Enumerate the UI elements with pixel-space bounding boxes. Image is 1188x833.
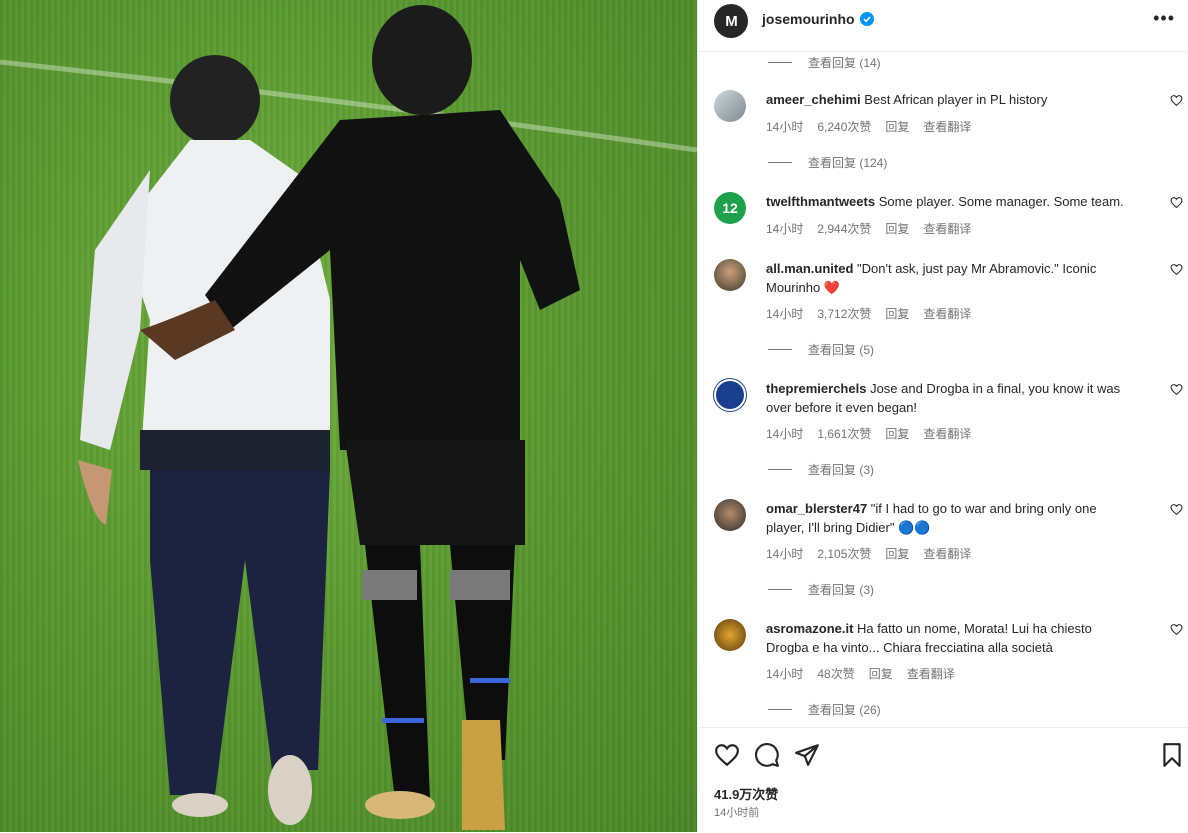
comment-like-heart-icon[interactable] bbox=[1170, 503, 1183, 516]
reply-button[interactable]: 回复 bbox=[885, 427, 909, 441]
comment-avatar[interactable] bbox=[714, 619, 746, 651]
comment-like-heart-icon[interactable] bbox=[1170, 94, 1183, 107]
post-header: M josemourinho ••• bbox=[698, 0, 1188, 52]
replies-divider bbox=[768, 62, 792, 63]
man-in-white-jacket bbox=[78, 55, 330, 825]
reply-button[interactable]: 回复 bbox=[869, 667, 893, 681]
comment-meta: 14小时 2,105次赞 回复 查看翻译 bbox=[766, 545, 985, 562]
translate-button[interactable]: 查看翻译 bbox=[923, 427, 971, 441]
comment-username[interactable]: twelfthmantweets bbox=[766, 194, 875, 209]
comment-meta: 14小时 1,661次赞 回复 查看翻译 bbox=[766, 425, 985, 442]
view-replies-button[interactable]: 查看回复 (3) bbox=[768, 581, 874, 598]
post-timestamp: 14小时前 bbox=[714, 807, 760, 819]
comment-text: asromazone.it Ha fatto un nome, Morata! … bbox=[766, 619, 1136, 657]
like-heart-icon[interactable] bbox=[714, 742, 740, 768]
comment-time: 14小时 bbox=[766, 120, 804, 134]
profile-avatar[interactable]: M bbox=[714, 4, 748, 38]
view-replies-label: 查看回复 (3) bbox=[808, 463, 875, 477]
post-username[interactable]: josemourinho bbox=[762, 11, 855, 27]
view-replies-button[interactable]: 查看回复 (3) bbox=[768, 461, 874, 478]
reply-button[interactable]: 回复 bbox=[885, 120, 909, 134]
comment-avatar[interactable] bbox=[714, 499, 746, 531]
save-bookmark-icon[interactable] bbox=[1159, 742, 1185, 768]
avatar-badge-12: 12 bbox=[722, 200, 738, 216]
comment-like-heart-icon[interactable] bbox=[1170, 196, 1183, 209]
comment-text: twelfthmantweets Some player. Some manag… bbox=[766, 192, 1136, 211]
post-side-panel: M josemourinho ••• 查看回复 (14) ameer_chehi… bbox=[697, 0, 1188, 832]
more-options-icon[interactable]: ••• bbox=[1153, 8, 1175, 29]
comment-username[interactable]: asromazone.it bbox=[766, 621, 853, 636]
comment-username[interactable]: ameer_chehimi bbox=[766, 92, 861, 107]
view-replies-button[interactable]: 查看回复 (5) bbox=[768, 341, 874, 358]
comment-likes[interactable]: 48次赞 bbox=[817, 667, 854, 681]
comment-likes[interactable]: 2,944次赞 bbox=[817, 222, 871, 236]
comment-text: all.man.united "Don't ask, just pay Mr A… bbox=[766, 259, 1136, 297]
comment-likes[interactable]: 3,712次赞 bbox=[817, 307, 871, 321]
comment-time: 14小时 bbox=[766, 667, 804, 681]
replies-divider bbox=[768, 709, 792, 710]
replies-divider bbox=[768, 589, 792, 590]
comment-meta: 14小时 2,944次赞 回复 查看翻译 bbox=[766, 220, 985, 237]
reply-button[interactable]: 回复 bbox=[885, 307, 909, 321]
comment-likes[interactable]: 1,661次赞 bbox=[817, 427, 871, 441]
view-replies-button[interactable]: 查看回复 (26) bbox=[768, 701, 881, 718]
comment-avatar[interactable] bbox=[714, 379, 746, 411]
translate-button[interactable]: 查看翻译 bbox=[923, 222, 971, 236]
blue-circle-emoji: 🔵🔵 bbox=[898, 520, 931, 535]
share-paper-plane-icon[interactable] bbox=[794, 742, 820, 768]
translate-button[interactable]: 查看翻译 bbox=[923, 547, 971, 561]
translate-button[interactable]: 查看翻译 bbox=[907, 667, 955, 681]
verified-badge-icon bbox=[860, 12, 874, 26]
comment-time: 14小时 bbox=[766, 307, 804, 321]
comment-text: ameer_chehimi Best African player in PL … bbox=[766, 90, 1136, 109]
comment-username[interactable]: all.man.united bbox=[766, 261, 853, 276]
comment-meta: 14小时 3,712次赞 回复 查看翻译 bbox=[766, 305, 985, 322]
comment-username[interactable]: omar_blerster47 bbox=[766, 501, 867, 516]
comment-username[interactable]: thepremierchels bbox=[766, 381, 866, 396]
translate-button[interactable]: 查看翻译 bbox=[923, 120, 971, 134]
view-replies-label: 查看回复 (5) bbox=[808, 343, 875, 357]
avatar-logo-text: M bbox=[725, 12, 737, 30]
comment-body: Some player. Some manager. Some team. bbox=[878, 194, 1124, 209]
comment-avatar[interactable] bbox=[714, 90, 746, 122]
post-like-count[interactable]: 41.9万次赞 bbox=[714, 784, 778, 803]
post-photo[interactable] bbox=[0, 0, 697, 832]
translate-button[interactable]: 查看翻译 bbox=[923, 307, 971, 321]
replies-divider bbox=[768, 162, 792, 163]
comments-list[interactable]: 查看回复 (14) ameer_chehimi Best African pla… bbox=[698, 52, 1188, 726]
comment-like-heart-icon[interactable] bbox=[1170, 623, 1183, 636]
comment-meta: 14小时 48次赞 回复 查看翻译 bbox=[766, 665, 969, 682]
view-replies-label: 查看回复 (26) bbox=[808, 703, 881, 717]
comment-avatar[interactable] bbox=[714, 259, 746, 291]
view-replies-label: 查看回复 (124) bbox=[808, 156, 888, 170]
comment-body: Best African player in PL history bbox=[864, 92, 1048, 107]
replies-divider bbox=[768, 349, 792, 350]
comment-like-heart-icon[interactable] bbox=[1170, 383, 1183, 396]
comment-likes[interactable]: 2,105次赞 bbox=[817, 547, 871, 561]
heart-emoji: ❤️ bbox=[823, 280, 841, 295]
comment-meta: 14小时 6,240次赞 回复 查看翻译 bbox=[766, 118, 985, 135]
replies-divider bbox=[768, 469, 792, 470]
comment-bubble-icon[interactable] bbox=[754, 742, 780, 768]
post-photo-illustration bbox=[0, 5, 697, 830]
comment-time: 14小时 bbox=[766, 222, 804, 236]
comment-like-heart-icon[interactable] bbox=[1170, 263, 1183, 276]
reply-button[interactable]: 回复 bbox=[885, 222, 909, 236]
view-replies-label: 查看回复 (3) bbox=[808, 583, 875, 597]
reply-button[interactable]: 回复 bbox=[885, 547, 909, 561]
comment-likes[interactable]: 6,240次赞 bbox=[817, 120, 871, 134]
comment-avatar[interactable]: 12 bbox=[714, 192, 746, 224]
comment-time: 14小时 bbox=[766, 427, 804, 441]
comment-time: 14小时 bbox=[766, 547, 804, 561]
comment-text: omar_blerster47 "if I had to go to war a… bbox=[766, 499, 1136, 537]
view-replies-label: 查看回复 (14) bbox=[808, 56, 881, 70]
view-replies-button[interactable]: 查看回复 (14) bbox=[768, 54, 881, 71]
post-actions-bar: 41.9万次赞 14小时前 bbox=[698, 727, 1188, 833]
view-replies-button[interactable]: 查看回复 (124) bbox=[768, 154, 887, 171]
comment-text: thepremierchels Jose and Drogba in a fin… bbox=[766, 379, 1136, 417]
